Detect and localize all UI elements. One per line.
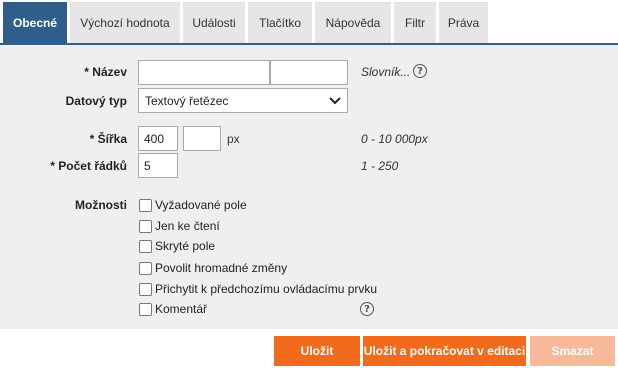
hidden-label: Skryté pole xyxy=(155,239,216,253)
help-circle-icon[interactable]: ? xyxy=(413,64,427,78)
name-input[interactable] xyxy=(138,60,270,85)
tab-button[interactable]: Tlačítko xyxy=(248,2,312,43)
option-hidden[interactable]: Skryté pole xyxy=(139,238,215,254)
bulk-changes-checkbox[interactable] xyxy=(139,261,152,275)
option-bulk-changes[interactable]: Povolit hromadné změny xyxy=(139,260,287,276)
tab-permissions[interactable]: Práva xyxy=(439,2,488,43)
comment-checkbox[interactable] xyxy=(139,302,152,316)
name-label: * Název xyxy=(84,65,127,79)
delete-button[interactable]: Smazat xyxy=(530,336,615,366)
data-type-label: Datový typ xyxy=(65,94,127,108)
option-required[interactable]: Vyžadované pole xyxy=(139,197,247,213)
option-comment[interactable]: Komentář xyxy=(139,301,207,317)
read-only-checkbox[interactable] xyxy=(139,219,152,233)
rows-range-hint: 1 - 250 xyxy=(361,159,399,173)
required-label: Vyžadované pole xyxy=(155,198,247,212)
option-read-only[interactable]: Jen ke čtení xyxy=(139,218,220,234)
attach-previous-label: Přichytit k předchozímu ovládacímu prvku xyxy=(155,282,378,296)
data-type-select[interactable]: Textový řetězec xyxy=(138,88,348,113)
width-secondary-input[interactable] xyxy=(183,126,221,151)
chevron-down-icon xyxy=(329,96,341,104)
width-range-hint: 0 - 10 000px xyxy=(361,132,428,146)
save-continue-button[interactable]: Uložit a pokračovat v editaci xyxy=(363,336,526,366)
tab-events[interactable]: Události xyxy=(183,2,245,43)
bulk-changes-label: Povolit hromadné změny xyxy=(155,261,288,275)
attach-previous-checkbox[interactable] xyxy=(139,282,152,296)
data-type-selected: Textový řetězec xyxy=(145,93,229,108)
dictionary-link[interactable]: Slovník... xyxy=(361,65,410,79)
tab-filter[interactable]: Filtr xyxy=(394,2,436,43)
rows-input[interactable] xyxy=(138,153,178,178)
comment-label: Komentář xyxy=(155,302,208,316)
required-checkbox[interactable] xyxy=(139,198,152,212)
option-attach-previous[interactable]: Přichytit k předchozímu ovládacímu prvku xyxy=(139,281,377,297)
name-secondary-input[interactable] xyxy=(270,60,348,85)
tab-general[interactable]: Obecné xyxy=(3,2,67,43)
options-label: Možnosti xyxy=(75,198,127,212)
rows-label: * Počet řádků xyxy=(50,159,127,173)
read-only-label: Jen ke čtení xyxy=(155,219,220,233)
width-label: * Šířka xyxy=(89,132,127,146)
tab-default-value[interactable]: Výchozí hodnota xyxy=(70,2,180,43)
width-unit: px xyxy=(227,132,240,146)
save-button[interactable]: Uložit xyxy=(274,336,360,366)
comment-help-icon[interactable]: ? xyxy=(360,302,374,316)
tab-help[interactable]: Nápověda xyxy=(315,2,391,43)
hidden-checkbox[interactable] xyxy=(139,239,152,253)
tab-bar: Obecné Výchozí hodnota Události Tlačítko… xyxy=(0,0,618,45)
width-input[interactable] xyxy=(138,126,178,151)
